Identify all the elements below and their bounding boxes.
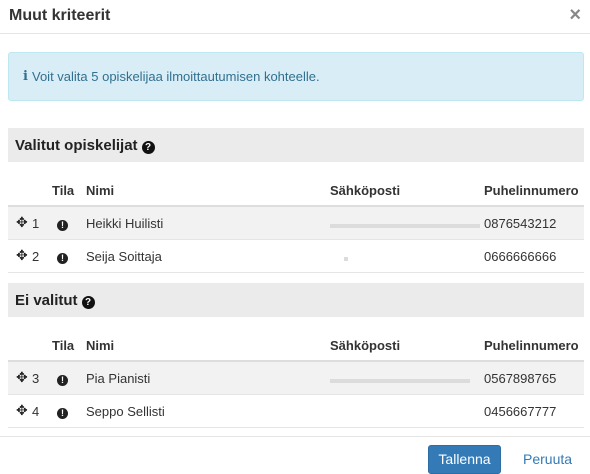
email-redacted: [330, 371, 470, 386]
not-selected-title-text: Ei valitut: [15, 292, 78, 309]
email-redacted: [330, 249, 348, 264]
header-nimi: Nimi: [86, 338, 115, 353]
question-icon[interactable]: ?: [81, 296, 95, 309]
phone-number: 0666666666: [484, 249, 557, 264]
row-number: 3: [32, 371, 40, 386]
student-name: Heikki Huilisti: [86, 216, 164, 231]
phone-number: 0876543212: [484, 216, 557, 231]
status-cell: !: [52, 404, 68, 419]
status-cell: !: [52, 249, 68, 264]
selected-section-title: Valitut opiskelijat?: [15, 137, 155, 154]
phone-number: 0456667777: [484, 404, 557, 419]
row-number: 4: [32, 404, 40, 419]
student-name: Seppo Sellisti: [86, 404, 165, 419]
header-email: Sähköposti: [330, 183, 401, 198]
modal-title: Muut kriteerit: [9, 7, 111, 24]
move-icon[interactable]: ✥: [16, 402, 28, 419]
header-nimi: Nimi: [86, 183, 115, 198]
move-icon[interactable]: ✥: [16, 369, 28, 386]
info-text: Voit valita 5 opiskelijaa ilmoittautumis…: [32, 69, 320, 84]
table-row[interactable]: ✥ 1 ! Heikki Huilisti 0876543212: [8, 207, 584, 240]
save-button[interactable]: Tallenna: [428, 445, 501, 474]
not-selected-table: Tila Nimi Sähköposti Puhelinnumero ✥ 3 !…: [8, 329, 584, 428]
student-name: Seija Soittaja: [86, 249, 162, 264]
student-name: Pia Pianisti: [86, 371, 151, 386]
not-selected-section-title: Ei valitut?: [15, 292, 95, 309]
cancel-link[interactable]: Peruuta: [523, 451, 572, 467]
status-cell: !: [52, 216, 68, 231]
modal-footer: Tallenna Peruuta: [0, 436, 590, 474]
status-cell: !: [52, 371, 68, 386]
row-number: 1: [32, 216, 40, 231]
selected-title-text: Valitut opiskelijat: [15, 137, 138, 154]
modal-header: Muut kriteerit ×: [0, 0, 590, 34]
selected-section-header: Valitut opiskelijat?: [8, 128, 584, 162]
info-alert: i Voit valita 5 opiskelijaa ilmoittautum…: [8, 52, 584, 101]
header-tila: Tila: [52, 338, 75, 353]
exclamation-icon: !: [57, 253, 68, 264]
table-header: Tila Nimi Sähköposti Puhelinnumero: [8, 329, 584, 362]
header-phone: Puhelinnumero: [484, 183, 579, 198]
exclamation-icon: !: [57, 375, 68, 386]
question-icon[interactable]: ?: [141, 141, 155, 154]
move-icon[interactable]: ✥: [16, 247, 28, 264]
selected-table: Tila Nimi Sähköposti Puhelinnumero ✥ 1 !…: [8, 174, 584, 273]
row-number: 2: [32, 249, 40, 264]
close-icon[interactable]: ×: [569, 5, 581, 25]
exclamation-icon: !: [57, 408, 68, 419]
email-redacted: [330, 216, 480, 231]
table-header: Tila Nimi Sähköposti Puhelinnumero: [8, 174, 584, 207]
header-email: Sähköposti: [330, 338, 401, 353]
table-row[interactable]: ✥ 4 ! Seppo Sellisti 0456667777: [8, 395, 584, 428]
exclamation-icon: !: [57, 220, 68, 231]
not-selected-section-header: Ei valitut?: [8, 283, 584, 317]
phone-number: 0567898765: [484, 371, 557, 386]
move-icon[interactable]: ✥: [16, 214, 28, 231]
table-row[interactable]: ✥ 2 ! Seija Soittaja 0666666666: [8, 240, 584, 273]
table-row[interactable]: ✥ 3 ! Pia Pianisti 0567898765: [8, 362, 584, 395]
header-phone: Puhelinnumero: [484, 338, 579, 353]
header-tila: Tila: [52, 183, 75, 198]
info-icon: i: [23, 69, 28, 84]
